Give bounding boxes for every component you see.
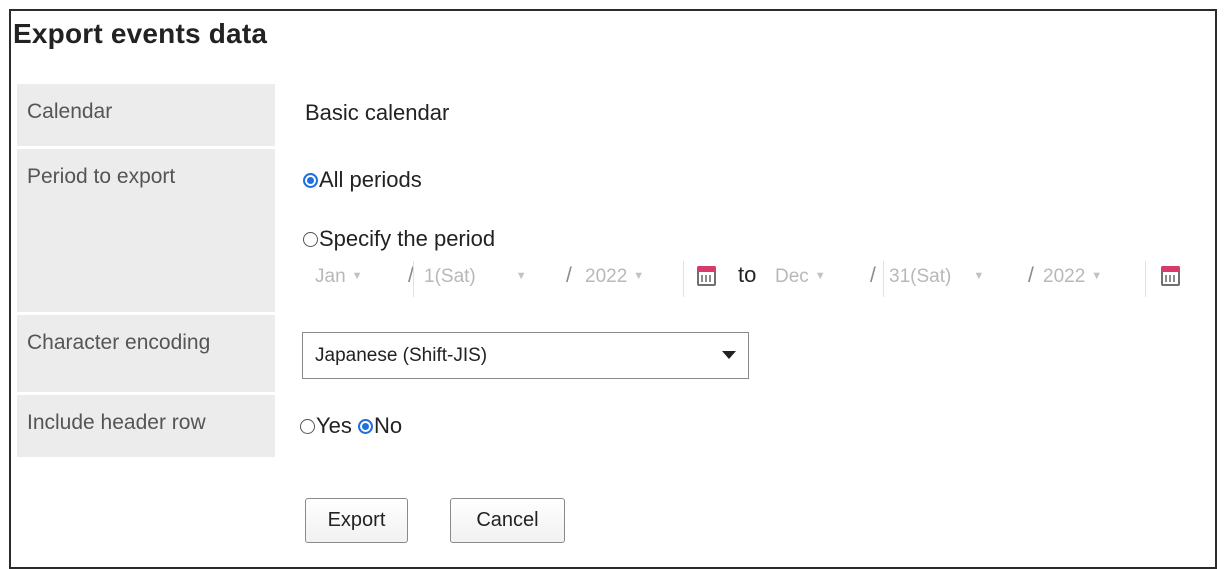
end-day-select[interactable]: 31(Sat) ▼ xyxy=(889,266,984,288)
encoding-selected-value: Japanese (Shift-JIS) xyxy=(315,345,488,366)
period-to-text: to xyxy=(738,262,757,287)
radio-no[interactable]: No xyxy=(358,413,402,438)
radio-all-periods[interactable]: All periods xyxy=(303,167,422,193)
date-separator: / xyxy=(870,264,876,287)
radio-all-periods-label: All periods xyxy=(319,167,422,192)
cancel-button[interactable]: Cancel xyxy=(450,498,565,543)
end-month-select[interactable]: Dec ▼ xyxy=(775,266,826,288)
header-row-label: Include header row xyxy=(17,395,275,457)
dropdown-arrow-icon: ▼ xyxy=(633,270,645,282)
start-month-select[interactable]: Jan ▼ xyxy=(315,266,363,288)
calendar-value: Basic calendar xyxy=(305,100,450,125)
divider xyxy=(883,261,884,297)
dropdown-arrow-icon: ▼ xyxy=(973,270,985,282)
radio-unselected-icon[interactable] xyxy=(300,419,315,434)
period-label: Period to export xyxy=(17,149,275,312)
export-button[interactable]: Export xyxy=(305,498,408,543)
calendar-label: Calendar xyxy=(17,84,275,146)
radio-specify-period-label: Specify the period xyxy=(319,226,496,251)
calendar-icon[interactable] xyxy=(1161,266,1180,286)
dropdown-arrow-icon: ▼ xyxy=(1091,270,1103,282)
dropdown-arrow-icon: ▼ xyxy=(814,270,826,282)
period-date-range: Jan ▼ / 1(Sat) ▼ / 2022 ▼ to Dec ▼ / 31(Sat)… xyxy=(305,258,1185,302)
header-row-options: Yes No xyxy=(300,413,402,439)
start-year-select[interactable]: 2022 ▼ xyxy=(585,266,644,288)
start-day-select[interactable]: 1(Sat) ▼ xyxy=(424,266,527,288)
encoding-select[interactable]: Japanese (Shift-JIS) xyxy=(302,332,749,379)
dialog-title: Export events data xyxy=(13,18,268,49)
dropdown-arrow-icon: ▼ xyxy=(351,270,363,282)
calendar-icon[interactable] xyxy=(697,266,716,286)
radio-selected-icon[interactable] xyxy=(303,173,318,188)
end-year-select[interactable]: 2022 ▼ xyxy=(1043,266,1102,288)
divider xyxy=(413,261,414,297)
dropdown-arrow-icon: ▼ xyxy=(515,270,527,282)
radio-yes[interactable]: Yes xyxy=(300,413,352,438)
date-separator: / xyxy=(566,264,572,287)
radio-selected-icon[interactable] xyxy=(358,419,374,434)
radio-specify-period[interactable]: Specify the period xyxy=(303,226,495,252)
divider xyxy=(1145,261,1146,297)
chevron-down-icon xyxy=(722,351,736,359)
date-separator: / xyxy=(1028,264,1034,287)
radio-unselected-icon[interactable] xyxy=(303,232,318,247)
divider xyxy=(683,261,684,297)
encoding-label: Character encoding xyxy=(17,315,275,392)
